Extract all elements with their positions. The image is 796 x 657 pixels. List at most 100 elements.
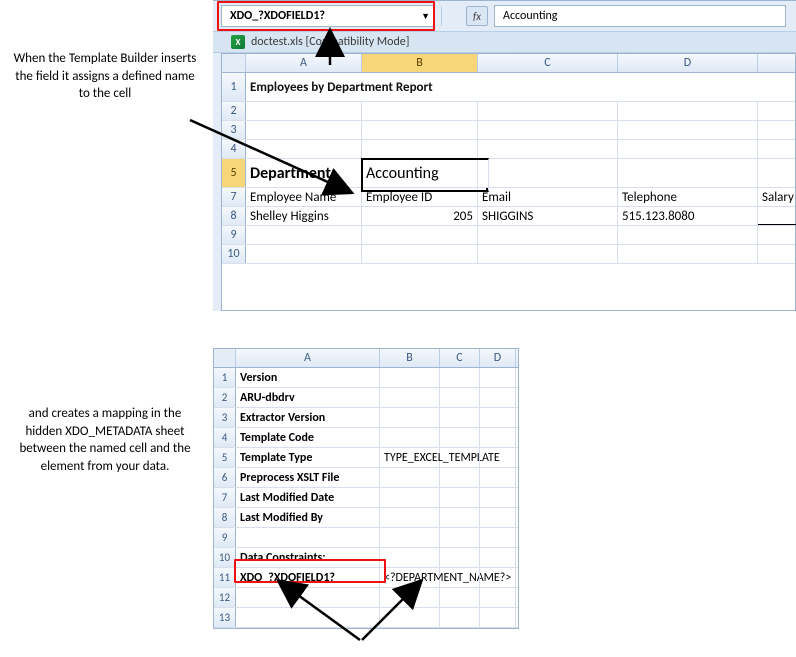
cell[interactable] — [440, 488, 480, 507]
cell[interactable]: 205 — [362, 207, 478, 225]
cell[interactable] — [380, 508, 440, 527]
cell[interactable] — [380, 428, 440, 447]
cell[interactable] — [480, 508, 516, 527]
cell[interactable] — [440, 608, 480, 627]
cell[interactable] — [362, 226, 478, 244]
row-num[interactable]: 5 — [222, 159, 246, 187]
cell[interactable]: Template Type — [236, 448, 380, 467]
row-num[interactable]: 10 — [214, 548, 236, 567]
cell[interactable] — [480, 368, 516, 387]
cell[interactable] — [380, 408, 440, 427]
cell[interactable] — [478, 245, 618, 263]
cell[interactable] — [246, 245, 362, 263]
row-num[interactable]: 13 — [214, 608, 236, 627]
cell[interactable] — [362, 121, 478, 139]
cell[interactable] — [380, 588, 440, 607]
col-B[interactable]: B — [380, 349, 440, 367]
cell[interactable] — [380, 488, 440, 507]
cell[interactable]: Last Modified Date — [236, 488, 380, 507]
cell[interactable] — [758, 102, 796, 120]
cell[interactable]: TYPE_EXCEL_TEMPLATE — [380, 448, 440, 467]
cell[interactable] — [440, 428, 480, 447]
cell[interactable] — [480, 568, 516, 587]
row-num[interactable]: 5 — [214, 448, 236, 467]
report-title-cell[interactable]: Employees by Department Report — [246, 73, 796, 101]
cell[interactable] — [440, 468, 480, 487]
cell[interactable] — [440, 508, 480, 527]
select-all-corner[interactable] — [222, 54, 246, 72]
cell[interactable]: Version — [236, 368, 380, 387]
cell[interactable] — [362, 245, 478, 263]
row-num[interactable]: 4 — [222, 140, 246, 158]
cell[interactable] — [618, 140, 758, 158]
cell[interactable] — [618, 245, 758, 263]
cell[interactable]: Telephone — [618, 188, 758, 206]
row-num[interactable]: 2 — [222, 102, 246, 120]
row-num[interactable]: 4 — [214, 428, 236, 447]
cell[interactable] — [440, 368, 480, 387]
cell[interactable] — [618, 159, 758, 187]
cell[interactable] — [246, 226, 362, 244]
row-num[interactable]: 7 — [214, 488, 236, 507]
cell[interactable] — [758, 140, 796, 158]
cell[interactable] — [480, 428, 516, 447]
row-num[interactable]: 3 — [222, 121, 246, 139]
cell[interactable] — [758, 159, 796, 187]
cell[interactable] — [480, 588, 516, 607]
col-E[interactable] — [758, 54, 796, 72]
cell[interactable]: Extractor Version — [236, 408, 380, 427]
cell[interactable] — [478, 226, 618, 244]
row-num[interactable]: 9 — [214, 528, 236, 547]
cell[interactable] — [480, 608, 516, 627]
cell[interactable]: Template Code — [236, 428, 380, 447]
col-D[interactable]: D — [480, 349, 516, 367]
cell[interactable] — [480, 408, 516, 427]
col-A[interactable]: A — [236, 349, 380, 367]
row-num[interactable]: 8 — [222, 207, 246, 225]
department-value-cell[interactable]: Accounting — [362, 159, 478, 187]
fx-icon[interactable]: fx — [466, 6, 488, 26]
cell[interactable] — [236, 528, 380, 547]
cell[interactable]: Employee Name — [246, 188, 362, 206]
cell[interactable] — [440, 568, 480, 587]
cell[interactable]: ARU-dbdrv — [236, 388, 380, 407]
cell[interactable] — [440, 408, 480, 427]
cell[interactable] — [246, 140, 362, 158]
cell[interactable] — [440, 548, 480, 567]
cell[interactable] — [246, 102, 362, 120]
row-num[interactable]: 8 — [214, 508, 236, 527]
cell[interactable] — [480, 488, 516, 507]
cell[interactable] — [380, 608, 440, 627]
name-box[interactable]: XDO_?XDOFIELD1? ▼ — [221, 5, 435, 27]
cell[interactable]: 515.123.8080 — [618, 207, 758, 225]
cell[interactable] — [758, 245, 796, 263]
cell[interactable] — [380, 368, 440, 387]
col-B[interactable]: B — [362, 54, 478, 72]
row-num[interactable]: 10 — [222, 245, 246, 263]
cell[interactable] — [440, 588, 480, 607]
cell[interactable] — [236, 608, 380, 627]
row-num[interactable]: 12 — [214, 588, 236, 607]
cell[interactable] — [478, 102, 618, 120]
cell[interactable] — [380, 528, 440, 547]
cell[interactable] — [380, 468, 440, 487]
row-num[interactable]: 1 — [222, 73, 246, 101]
cell[interactable] — [480, 528, 516, 547]
row-num[interactable]: 2 — [214, 388, 236, 407]
cell[interactable] — [380, 388, 440, 407]
cell[interactable]: Last Modified By — [236, 508, 380, 527]
cell[interactable] — [618, 102, 758, 120]
cell[interactable] — [758, 121, 796, 139]
row-num[interactable]: 9 — [222, 226, 246, 244]
cell[interactable]: Data Constraints: — [236, 548, 380, 567]
cell[interactable] — [440, 528, 480, 547]
cell[interactable]: <?DEPARTMENT_NAME?> — [380, 568, 440, 587]
select-all-corner[interactable] — [214, 349, 236, 367]
cell[interactable] — [362, 140, 478, 158]
cell[interactable]: Email — [478, 188, 618, 206]
cell[interactable] — [478, 140, 618, 158]
row-num[interactable]: 11 — [214, 568, 236, 587]
cell[interactable] — [480, 388, 516, 407]
col-C[interactable]: C — [478, 54, 618, 72]
cell[interactable] — [478, 159, 618, 187]
